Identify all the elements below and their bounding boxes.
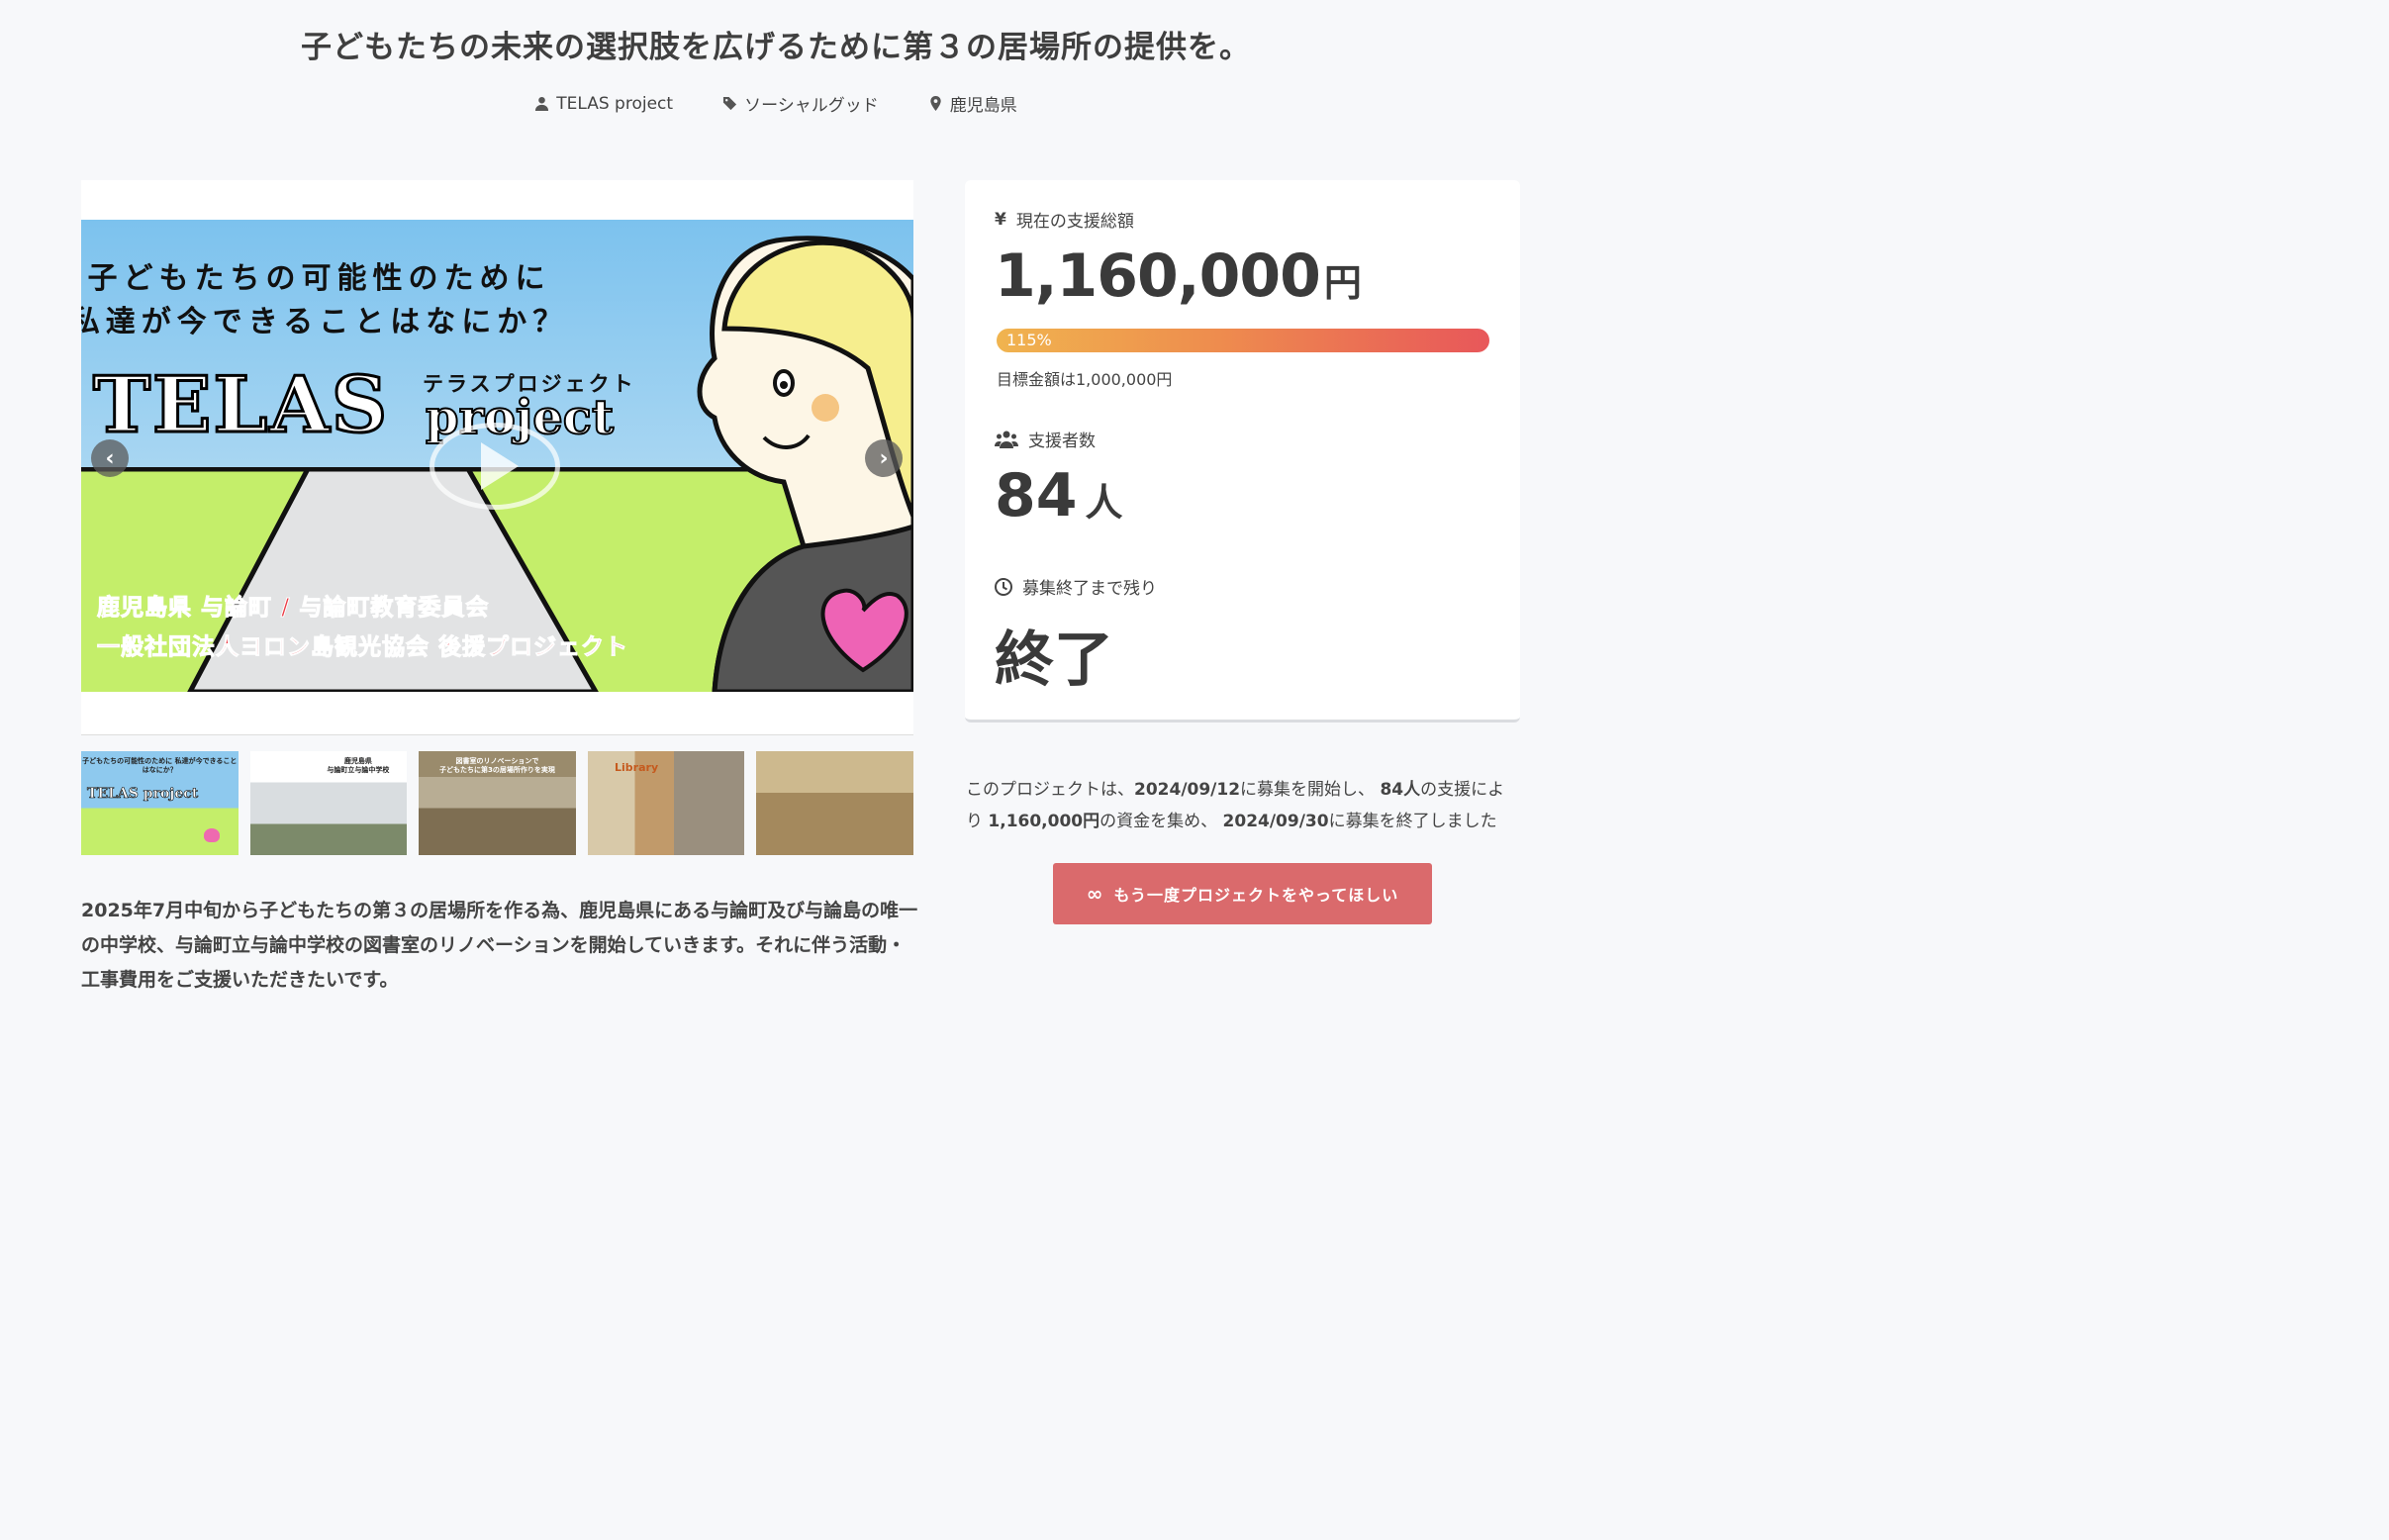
owner-name: TELAS project xyxy=(556,93,674,114)
progress-text: 115% xyxy=(1006,331,1052,349)
project-summary: このプロジェクトは、2024/09/12に募集を開始し、 84人の支援により 1… xyxy=(966,780,1505,831)
carousel-prev-button[interactable]: ‹ xyxy=(91,439,129,477)
category-link[interactable]: ソーシャルグッド xyxy=(722,91,879,116)
heart-icon xyxy=(204,828,220,842)
clock-icon xyxy=(995,577,1012,596)
progress-bar: 115% xyxy=(997,329,1489,352)
remaining-value: 終了 xyxy=(995,626,1113,695)
stats-card: ¥ 現在の支援総額 1,160,000 円 115% 目標金額は1,000,000… xyxy=(965,180,1520,722)
tag-icon xyxy=(723,96,737,111)
thumbnail-5[interactable] xyxy=(756,751,913,855)
backers-count: 84 人 xyxy=(995,461,1123,530)
project-meta: TELAS project ソーシャルグッド 鹿児島県 xyxy=(0,91,1552,116)
chevron-left-icon: ‹ xyxy=(105,445,115,471)
map-pin-icon xyxy=(930,96,941,111)
request-again-label: もう一度プロジェクトをやってほしい xyxy=(1113,886,1399,905)
hero-sponsor-line1: 鹿児島県 与論町 / 与論町教育委員会 xyxy=(96,595,490,622)
remaining-label: 募集終了まで残り xyxy=(995,574,1157,599)
category-name: ソーシャルグッド xyxy=(744,96,879,116)
owner-link[interactable]: TELAS project xyxy=(534,91,673,116)
thumbnail-1[interactable]: 子どもたちの可能性のために 私達が今できることはなにか？ TELAS proje… xyxy=(81,751,239,855)
project-description: 2025年7月中旬から子どもたちの第３の居場所を作る為、鹿児島県にある与論町及び… xyxy=(81,900,918,991)
location-link[interactable]: 鹿児島県 xyxy=(928,91,1017,116)
request-again-button[interactable]: ∞ もう一度プロジェクトをやってほしい xyxy=(1053,863,1432,924)
goal-amount: 目標金額は1,000,000円 xyxy=(997,370,1173,389)
play-video-button[interactable] xyxy=(430,423,560,510)
thumbnail-3[interactable]: 図書室のリノベーションで 子どもたちに第3の居場所作りを実現 xyxy=(419,751,576,855)
thumbnail-strip: 子どもたちの可能性のために 私達が今できることはなにか？ TELAS proje… xyxy=(81,751,913,855)
amount-label: ¥ 現在の支援総額 xyxy=(995,209,1134,233)
play-icon xyxy=(481,442,519,490)
hero-logo-telas: TELAS xyxy=(91,359,390,452)
chevron-right-icon: › xyxy=(879,445,889,471)
thumbnail-2[interactable]: 鹿児島県 与論町立与論中学校 xyxy=(249,751,408,855)
yen-icon: ¥ xyxy=(995,209,1006,230)
amount-value: 1,160,000 円 xyxy=(995,241,1362,311)
users-icon xyxy=(995,431,1018,448)
thumbnail-4[interactable]: Library xyxy=(587,751,745,855)
hero-sponsor-line2: 一般社団法人ヨロン島観光協会 後援プロジェクト xyxy=(96,634,629,661)
location-name: 鹿児島県 xyxy=(949,96,1017,116)
backers-label: 支援者数 xyxy=(995,427,1096,451)
infinity-icon: ∞ xyxy=(1086,882,1104,906)
carousel-next-button[interactable]: › xyxy=(865,439,903,477)
user-icon xyxy=(535,96,549,111)
main-media-carousel[interactable]: 子どもたちの可能性のために 私達が今できることはなにか？ TELAS テラスプロ… xyxy=(81,180,913,735)
page-title: 子どもたちの未来の選択肢を広げるために第３の居場所の提供を。 xyxy=(301,30,1251,65)
